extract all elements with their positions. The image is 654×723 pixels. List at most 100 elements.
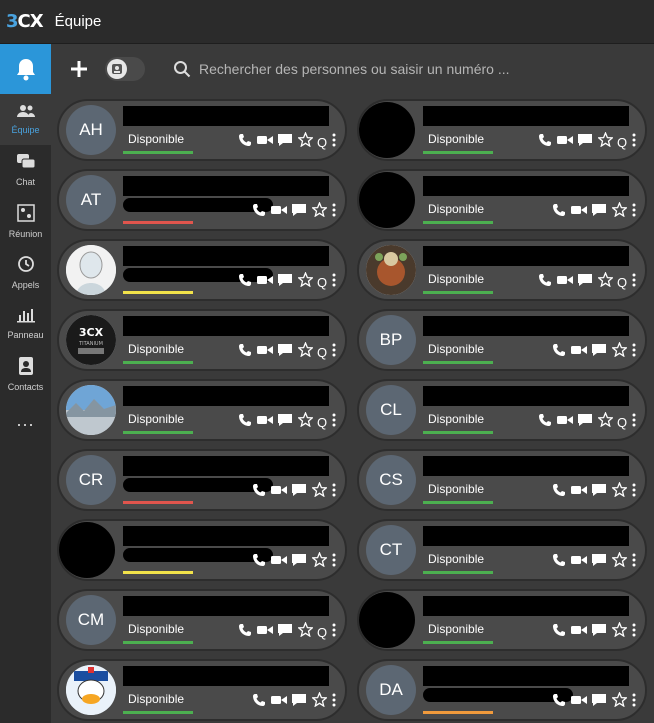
call-button[interactable] (551, 203, 567, 220)
favorite-button[interactable] (610, 621, 628, 640)
chat-button[interactable] (577, 413, 593, 430)
contact-card[interactable]: BP Disponible (357, 309, 647, 371)
video-call-button[interactable] (571, 344, 587, 360)
chat-button[interactable] (277, 273, 293, 290)
more-options-button[interactable] (631, 483, 637, 500)
video-call-button[interactable] (557, 274, 573, 290)
more-options-button[interactable] (631, 133, 637, 150)
call-button[interactable] (551, 483, 567, 500)
more-options-button[interactable] (631, 693, 637, 710)
video-call-button[interactable] (257, 274, 273, 290)
contact-card[interactable]: Q (57, 239, 347, 301)
call-button[interactable] (251, 693, 267, 710)
more-options-button[interactable] (631, 413, 637, 430)
chat-button[interactable] (277, 133, 293, 150)
call-button[interactable] (551, 623, 567, 640)
contact-card[interactable]: DA (357, 659, 647, 721)
chat-button[interactable] (291, 553, 307, 570)
avatar[interactable]: CT (366, 525, 416, 575)
favorite-button[interactable] (296, 271, 314, 290)
more-options-button[interactable] (331, 553, 337, 570)
favorite-button[interactable] (596, 411, 614, 430)
more-nav-button[interactable]: ... (0, 400, 51, 440)
call-button[interactable] (251, 483, 267, 500)
contact-card[interactable]: AT (57, 169, 347, 231)
nav-item-reunion[interactable]: Réunion (0, 196, 51, 247)
avatar[interactable]: CS (366, 455, 416, 505)
queue-indicator[interactable]: Q (617, 414, 627, 430)
chat-button[interactable] (291, 483, 307, 500)
avatar[interactable] (66, 245, 116, 295)
presence-toggle[interactable] (105, 57, 145, 81)
favorite-button[interactable] (610, 341, 628, 360)
favorite-button[interactable] (610, 481, 628, 500)
queue-indicator[interactable]: Q (617, 274, 627, 290)
video-call-button[interactable] (257, 414, 273, 430)
contact-card[interactable]: AH Disponible Q (57, 99, 347, 161)
call-button[interactable] (551, 343, 567, 360)
call-button[interactable] (237, 133, 253, 150)
video-call-button[interactable] (257, 344, 273, 360)
video-call-button[interactable] (257, 624, 273, 640)
queue-indicator[interactable]: Q (317, 134, 327, 150)
avatar[interactable]: CM (66, 595, 116, 645)
chat-button[interactable] (591, 483, 607, 500)
video-call-button[interactable] (257, 134, 273, 150)
chat-button[interactable] (591, 553, 607, 570)
video-call-button[interactable] (271, 554, 287, 570)
avatar[interactable] (359, 102, 415, 158)
favorite-button[interactable] (310, 201, 328, 220)
chat-button[interactable] (277, 623, 293, 640)
call-button[interactable] (251, 553, 267, 570)
search-input[interactable] (199, 54, 539, 84)
nav-item-appels[interactable]: Appels (0, 247, 51, 298)
avatar[interactable]: BP (366, 315, 416, 365)
queue-indicator[interactable]: Q (317, 624, 327, 640)
favorite-button[interactable] (596, 271, 614, 290)
contact-card[interactable]: CL Disponible Q (357, 379, 647, 441)
avatar[interactable] (59, 522, 115, 578)
favorite-button[interactable] (610, 551, 628, 570)
video-call-button[interactable] (571, 554, 587, 570)
chat-button[interactable] (591, 203, 607, 220)
video-call-button[interactable] (557, 134, 573, 150)
call-button[interactable] (237, 343, 253, 360)
video-call-button[interactable] (271, 204, 287, 220)
avatar[interactable] (359, 172, 415, 228)
favorite-button[interactable] (610, 201, 628, 220)
chat-button[interactable] (277, 413, 293, 430)
contact-card[interactable]: Disponible Q (57, 379, 347, 441)
chat-button[interactable] (577, 133, 593, 150)
contact-card[interactable] (57, 519, 347, 581)
avatar[interactable]: AT (66, 175, 116, 225)
call-button[interactable] (251, 203, 267, 220)
contact-card[interactable]: 3CX TITANIUM Disponible Q (57, 309, 347, 371)
brand-logo[interactable]: 3CX (6, 11, 44, 32)
chat-button[interactable] (277, 343, 293, 360)
nav-item-panneau[interactable]: Panneau (0, 298, 51, 349)
add-contact-button[interactable] (65, 55, 93, 83)
more-options-button[interactable] (331, 343, 337, 360)
video-call-button[interactable] (271, 694, 287, 710)
avatar[interactable] (359, 592, 415, 648)
favorite-button[interactable] (296, 621, 314, 640)
contact-card[interactable]: Disponible (57, 659, 347, 721)
video-call-button[interactable] (571, 694, 587, 710)
contact-card[interactable]: Disponible (357, 169, 647, 231)
video-call-button[interactable] (557, 414, 573, 430)
more-options-button[interactable] (331, 693, 337, 710)
chat-button[interactable] (577, 273, 593, 290)
call-button[interactable] (537, 273, 553, 290)
chat-button[interactable] (591, 693, 607, 710)
chat-button[interactable] (591, 623, 607, 640)
favorite-button[interactable] (296, 131, 314, 150)
more-options-button[interactable] (631, 343, 637, 360)
queue-indicator[interactable]: Q (317, 344, 327, 360)
more-options-button[interactable] (631, 273, 637, 290)
queue-indicator[interactable]: Q (617, 134, 627, 150)
contact-card[interactable]: CR (57, 449, 347, 511)
video-call-button[interactable] (271, 484, 287, 500)
call-button[interactable] (551, 693, 567, 710)
favorite-button[interactable] (310, 551, 328, 570)
favorite-button[interactable] (310, 691, 328, 710)
